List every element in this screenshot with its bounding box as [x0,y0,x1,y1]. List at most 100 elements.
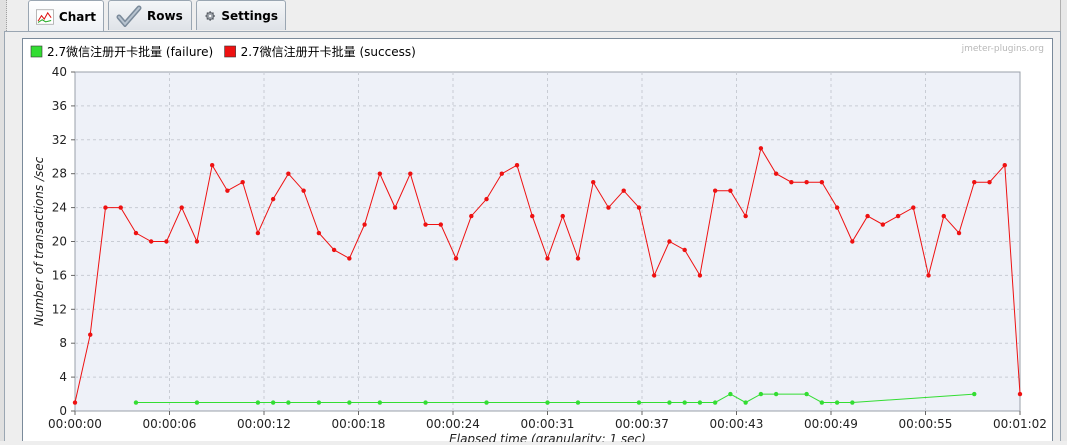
data-point [819,400,825,405]
data-point [804,179,809,185]
data-point [697,273,703,278]
data-point [194,400,200,405]
legend-swatch [224,45,236,58]
data-point [789,179,794,185]
y-tick-label: 16 [52,268,67,282]
tab-settings-label: Settings [221,8,278,23]
gear-icon [205,10,215,21]
data-point [469,213,474,219]
data-point [316,400,322,405]
data-point [972,179,977,185]
data-point [164,239,169,244]
data-point [286,400,291,405]
data-point [484,400,489,405]
x-tick-label: 00:00:49 [804,417,858,431]
y-tick-label: 20 [52,235,67,249]
data-point [118,205,123,210]
data-point [240,179,245,185]
data-point [149,239,154,244]
data-point [804,391,809,397]
data-point [697,400,703,405]
chart-icon [36,8,54,25]
data-point [865,213,870,219]
data-point [758,391,764,397]
data-point [850,239,855,244]
data-point [423,400,428,405]
data-point [682,400,687,405]
data-point [377,400,383,405]
data-point [316,230,322,236]
data-point [270,400,276,405]
data-point [347,400,352,405]
data-point [880,222,886,227]
data-point [712,188,718,193]
data-point [667,239,672,244]
x-tick-label: 00:01:02 [993,417,1047,431]
data-point [331,247,337,253]
data-point [209,163,215,168]
tab-chart[interactable]: Chart [28,0,104,32]
data-point [621,188,626,193]
data-point [636,400,642,405]
data-point [575,256,581,261]
data-point [941,213,946,219]
data-point [255,230,261,236]
data-point [225,188,230,193]
tab-settings[interactable]: Settings [196,0,286,30]
data-point [728,188,733,193]
data-point [758,146,764,151]
data-point [850,400,855,405]
data-point [773,391,779,397]
x-tick-label: 00:00:31 [521,417,575,431]
data-point [667,400,672,405]
data-point [743,213,748,219]
data-point [103,205,108,210]
data-point [347,256,352,261]
data-point [575,400,581,405]
data-point [270,196,276,202]
data-point [1002,163,1007,168]
x-tick-label: 00:00:00 [48,417,102,431]
data-point [926,273,931,278]
y-tick-label: 12 [52,302,67,316]
data-point [728,391,733,397]
data-point [911,205,916,210]
tab-rows-label: Rows [147,8,183,23]
data-point [682,247,687,253]
right-scrollbar[interactable] [1060,0,1067,441]
data-point [545,400,550,405]
x-tick-label: 00:00:18 [332,417,386,431]
data-point [484,196,489,202]
data-point [834,205,840,210]
y-tick-label: 32 [52,133,67,147]
data-point [362,222,367,227]
data-point [530,213,535,219]
data-point [499,171,504,176]
data-point [834,400,840,405]
data-point [514,163,520,168]
data-point [591,179,596,185]
data-point [987,179,992,185]
data-point [712,400,718,405]
chart-svg: 0 4 8 12 16 20 24 28 32 36 40 00:00:00 00:00:06 00:00… [30,44,1047,445]
data-point [408,171,413,176]
y-tick-label: 24 [52,201,67,215]
watermark: jmeter-plugins.org [961,44,1044,54]
y-tick-label: 40 [52,65,67,79]
data-point [88,332,93,337]
x-tick-label: 00:00:12 [237,417,291,431]
data-point [545,256,550,261]
tab-bar: Chart Rows Settings [0,0,1067,32]
data-point [423,222,428,227]
y-tick-label: 0 [59,404,67,418]
data-point [438,222,444,227]
x-tick-label: 00:00:55 [899,417,953,431]
data-point [301,188,306,193]
tab-rows[interactable]: Rows [108,0,192,30]
x-tick-label: 00:00:24 [426,417,480,431]
data-point [606,205,611,210]
data-point [819,179,825,185]
data-point [972,391,977,397]
data-point [1017,391,1023,397]
data-point [560,213,565,219]
